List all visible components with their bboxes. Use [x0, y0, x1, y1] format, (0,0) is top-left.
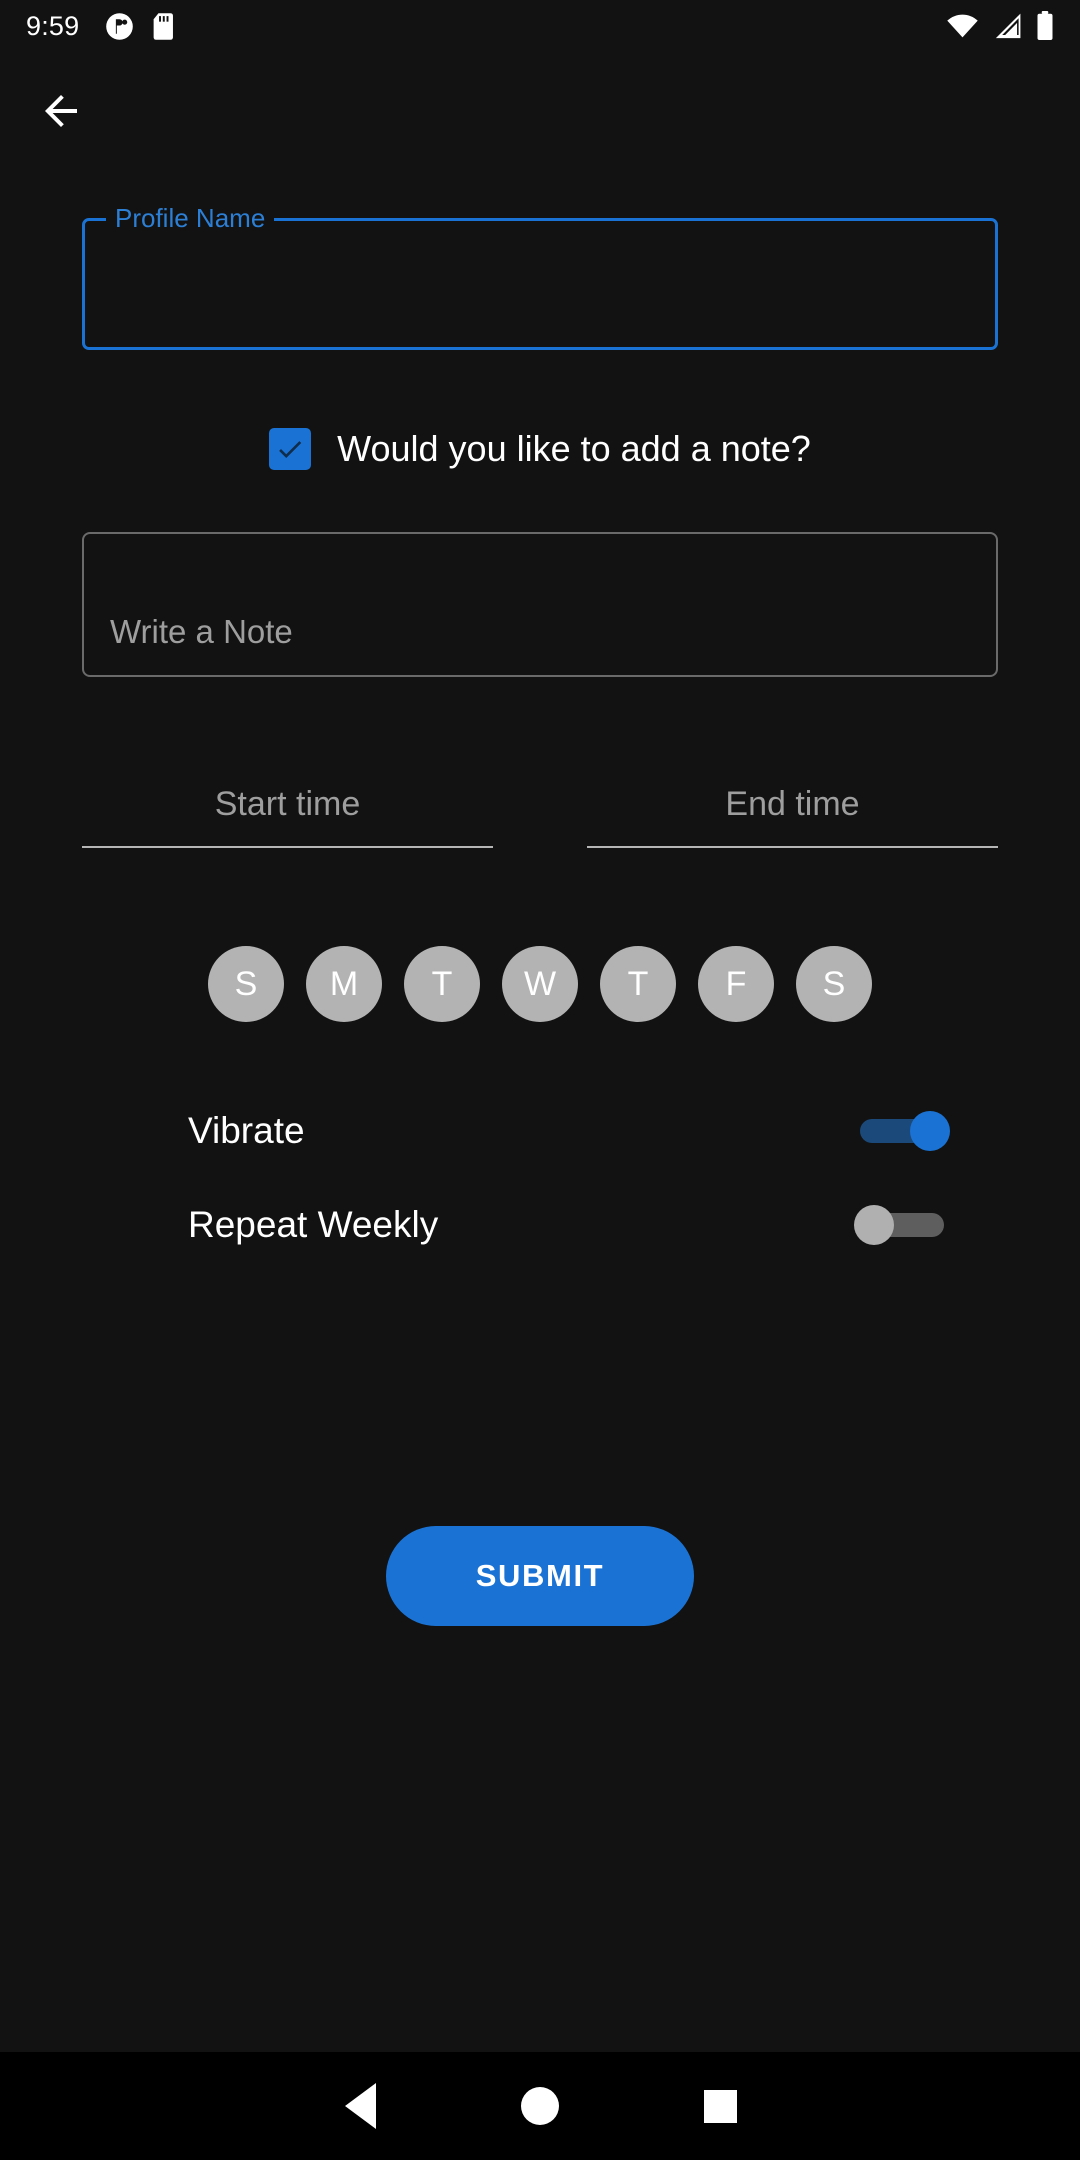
end-time-field[interactable] — [587, 785, 998, 848]
nav-recents-button[interactable] — [630, 2052, 810, 2160]
day-chip-tuesday[interactable]: T — [404, 946, 480, 1022]
vibrate-row: Vibrate — [188, 1092, 950, 1170]
checkmark-icon — [279, 441, 302, 458]
repeat-weekly-switch[interactable] — [854, 1205, 950, 1245]
start-time-field[interactable] — [82, 785, 493, 848]
vibrate-switch[interactable] — [854, 1111, 950, 1151]
repeat-weekly-label: Repeat Weekly — [188, 1204, 439, 1245]
status-clock: 9:59 — [26, 10, 80, 41]
wifi-icon — [947, 14, 978, 37]
cellular-signal-icon — [995, 13, 1021, 38]
add-note-checkbox[interactable] — [269, 428, 312, 470]
end-time-input[interactable] — [587, 785, 998, 848]
status-notification-icons — [105, 12, 178, 41]
contacts-sync-icon — [106, 12, 134, 40]
app-bar — [0, 52, 1080, 162]
submit-button[interactable]: SUBMIT — [386, 1526, 694, 1626]
back-button[interactable] — [22, 72, 100, 150]
arrow-back-icon — [45, 95, 77, 127]
sd-card-icon — [153, 12, 174, 40]
repeat-weekly-switch-thumb — [854, 1205, 894, 1245]
profile-name-label-notch: Profile Name — [106, 203, 275, 233]
add-note-checkbox-row[interactable]: Would you like to add a note? — [0, 428, 1080, 470]
system-navigation-bar — [0, 2052, 1080, 2160]
time-row — [82, 785, 998, 848]
profile-name-input[interactable] — [110, 240, 970, 338]
battery-full-icon — [1037, 11, 1053, 40]
day-chip-monday[interactable]: M — [306, 946, 382, 1022]
repeat-weekly-row: Repeat Weekly — [188, 1186, 950, 1264]
submit-row: SUBMIT — [0, 1526, 1080, 1626]
nav-home-icon — [521, 2087, 559, 2125]
app-screen: 9:59 Profile Name Would you like to add … — [0, 0, 1080, 2160]
day-chip-friday[interactable]: F — [698, 946, 774, 1022]
status-system-icons — [946, 11, 1054, 41]
toggle-group: Vibrate Repeat Weekly — [188, 1092, 950, 1264]
day-chip-sunday[interactable]: S — [208, 946, 284, 1022]
add-note-checkbox-label: Would you like to add a note? — [337, 428, 811, 469]
nav-home-button[interactable] — [450, 2052, 630, 2160]
nav-back-icon — [344, 2083, 376, 2129]
vibrate-switch-thumb — [910, 1111, 950, 1151]
profile-name-field[interactable]: Profile Name — [82, 205, 998, 350]
day-selector: S M T W T F S — [0, 946, 1080, 1022]
form-content: Profile Name Would you like to add a not… — [0, 162, 1080, 1626]
nav-recents-icon — [703, 2089, 737, 2123]
note-input[interactable] — [110, 532, 970, 677]
day-chip-wednesday[interactable]: W — [502, 946, 578, 1022]
note-field[interactable] — [82, 532, 998, 677]
vibrate-label: Vibrate — [188, 1110, 305, 1151]
day-chip-thursday[interactable]: T — [600, 946, 676, 1022]
nav-back-button[interactable] — [270, 2052, 450, 2160]
day-chip-saturday[interactable]: S — [796, 946, 872, 1022]
status-bar: 9:59 — [0, 0, 1080, 52]
start-time-input[interactable] — [82, 785, 493, 848]
profile-name-label: Profile Name — [115, 203, 266, 233]
